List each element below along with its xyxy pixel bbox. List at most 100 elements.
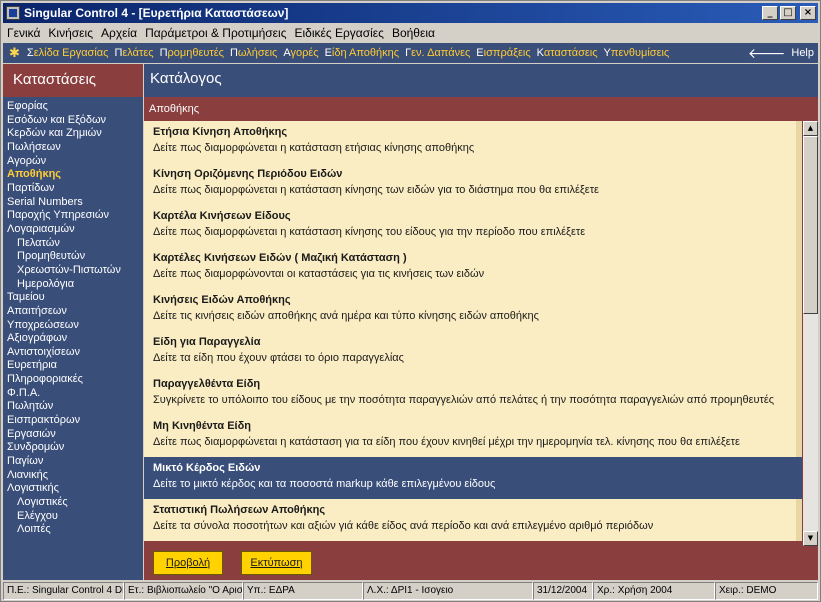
report-description: Δείτε τα σύνολα ποσοτήτων και αξιών γιά … <box>153 520 654 532</box>
menu-transactions[interactable]: Κινήσεις <box>44 26 97 40</box>
report-list-item[interactable]: Είδη για Παραγγελία Δείτε τα είδη που έχο… <box>144 331 802 373</box>
menu-general[interactable]: Γενικά <box>3 26 44 40</box>
report-list-item[interactable]: Κίνηση Οριζόμενης Περιόδου Ειδών Δείτε πω… <box>144 163 802 205</box>
sidebar-item[interactable]: Πωλητών <box>3 400 143 414</box>
status-bar: Π.Ε.: Singular Control 4 DEMO Ετ.: Βιβλι… <box>3 581 818 601</box>
sidebar-item[interactable]: Αγορών <box>3 155 143 169</box>
sidebar-item[interactable]: Λογιστικές <box>3 496 143 510</box>
sidebar-item[interactable]: Απαιτήσεων <box>3 305 143 319</box>
report-title: Ετήσια Κίνηση Αποθήκης <box>153 126 288 138</box>
sidebar-item[interactable]: Χρεωστών-Πιστωτών <box>3 264 143 278</box>
sidebar-item[interactable]: Υποχρεώσεων <box>3 319 143 333</box>
toolbar-reminders[interactable]: Υπενθυμίσεις <box>601 47 673 59</box>
toolbar-sales[interactable]: Πωλήσεις <box>227 47 280 59</box>
report-list-item[interactable]: Κινήσεις Ειδών Αποθήκης Δείτε τις κινήσει… <box>144 289 802 331</box>
report-list-item[interactable]: Καρτέλα Κινήσεων Είδους Δείτε πως διαμορφ… <box>144 205 802 247</box>
toolbar-purchases[interactable]: Αγορές <box>280 47 321 59</box>
report-title: Κινήσεις Ειδών Αποθήκης <box>153 294 291 306</box>
sidebar-item[interactable]: Παροχής Υπηρεσιών <box>3 209 143 223</box>
minimize-button[interactable]: _ <box>762 6 778 20</box>
sidebar-item[interactable]: Εισπρακτόρων <box>3 414 143 428</box>
sidebar-item[interactable]: Πελατών <box>3 237 143 251</box>
menu-special-tasks[interactable]: Ειδικές Εργασίες <box>290 26 387 40</box>
close-button[interactable]: × <box>800 6 816 20</box>
report-list-item[interactable]: Μη Κινηθέντα Είδη Δείτε πως διαμορφώνεται… <box>144 415 802 457</box>
sidebar-item[interactable]: Ημερολόγια <box>3 278 143 292</box>
status-branch: Υπ.: ΕΔΡΑ <box>243 582 363 600</box>
menu-files[interactable]: Αρχεία <box>97 26 141 40</box>
sidebar: Εφορίας Εσόδων και Εξόδων Κερδών και Ζημιώ… <box>3 97 143 580</box>
sidebar-item[interactable]: Προμηθευτών <box>3 250 143 264</box>
report-list-item[interactable]: Καρτέλες Κινήσεων Ειδών ( Μαζική Κατάστα… <box>144 247 802 289</box>
sidebar-item[interactable]: Εφορίας <box>3 100 143 114</box>
title-bar[interactable]: Singular Control 4 - [Ευρετήρια Καταστάσ… <box>3 3 818 23</box>
report-title: Μικτό Κέρδος Ειδών <box>153 462 261 474</box>
status-account: Λ.Χ.: ΔΡΙ1 - Ισογειο <box>363 582 533 600</box>
report-title: Καρτέλα Κινήσεων Είδους <box>153 210 291 222</box>
sidebar-item[interactable]: Ελέγχου <box>3 510 143 524</box>
status-fiscal-entity: Ετ.: Βιβλιοπωλείο "Ο Αριστοτέλης" <box>124 582 243 600</box>
scroll-down-button[interactable]: ▼ <box>803 531 818 546</box>
sidebar-item[interactable]: Πωλήσεων <box>3 141 143 155</box>
print-button[interactable]: Εκτύπωση <box>241 551 312 575</box>
action-bar: Προβολή Εκτύπωση <box>144 546 818 580</box>
report-list-item[interactable]: Στατιστική Πωλήσεων Αποθήκης Δείτε τα σύν… <box>144 499 802 541</box>
scroll-up-button[interactable]: ▲ <box>803 121 818 136</box>
sidebar-item[interactable]: Φ.Π.Α. <box>3 387 143 401</box>
sidebar-item[interactable]: Συνδρομών <box>3 441 143 455</box>
menu-parameters[interactable]: Παράμετροι & Προτιμήσεις <box>141 26 290 40</box>
sidebar-item[interactable]: Αποθήκης <box>3 168 143 182</box>
toolbar-workpage[interactable]: Σελίδα Εργασίας <box>24 47 112 59</box>
sidebar-item[interactable]: Ευρετήρια <box>3 359 143 373</box>
report-list: Ετήσια Κίνηση Αποθήκης Δείτε πως διαμορφώ… <box>144 121 802 546</box>
report-title: Παραγγελθέντα Είδη <box>153 378 261 390</box>
scroll-thumb[interactable] <box>803 136 818 314</box>
status-company: Π.Ε.: Singular Control 4 DEMO <box>3 582 124 600</box>
sidebar-item[interactable]: Αντιστοιχίσεων <box>3 346 143 360</box>
report-description: Δείτε τα είδη που έχουν φτάσει το όριο π… <box>153 352 404 364</box>
sidebar-item[interactable]: Serial Numbers <box>3 196 143 210</box>
report-title: Καρτέλες Κινήσεων Ειδών ( Μαζική Κατάστα… <box>153 252 407 264</box>
sidebar-item[interactable]: Λογιστικής <box>3 482 143 496</box>
app-window: Singular Control 4 - [Ευρετήρια Καταστάσ… <box>0 0 821 602</box>
sidebar-item[interactable]: Λιανικής <box>3 469 143 483</box>
report-description: Δείτε πως διαμορφώνεται η κατάσταση κίνη… <box>153 226 586 238</box>
report-title: Είδη για Παραγγελία <box>153 336 261 348</box>
report-list-item[interactable]: Μικτό Κέρδος Ειδών Δείτε το μικτό κέρδος … <box>144 457 802 499</box>
status-date: 31/12/2004 <box>533 582 593 600</box>
vertical-scrollbar[interactable]: ▲ ▼ <box>803 121 818 546</box>
menu-help[interactable]: Βοήθεια <box>388 26 439 40</box>
toolbar-receipts[interactable]: Εισπράξεις <box>473 47 533 59</box>
report-description: Δείτε πως διαμορφώνεται η κατάσταση ετήσ… <box>153 142 475 154</box>
sidebar-item[interactable]: Πληροφοριακές <box>3 373 143 387</box>
toolbar-customers[interactable]: Πελάτες <box>111 47 156 59</box>
section-title: Αποθήκης <box>144 97 818 119</box>
maximize-button[interactable]: □ <box>780 6 796 20</box>
report-list-item[interactable]: Παραγγελθέντα Είδη Συγκρίνετε το υπόλοιπο… <box>144 373 802 415</box>
toolbar-suppliers[interactable]: Προμηθευτές <box>157 47 227 59</box>
sidebar-item[interactable]: Εσόδων και Εξόδων <box>3 114 143 128</box>
status-user: Χειρ.: DEMO <box>715 582 818 600</box>
sidebar-header: Καταστάσεις <box>3 64 143 97</box>
toolbar-reports[interactable]: Καταστάσεις <box>534 47 601 59</box>
sidebar-item[interactable]: Εργασιών <box>3 428 143 442</box>
toolbar-stock-items[interactable]: Είδη Αποθήκης <box>322 47 403 59</box>
report-list-panel: Ετήσια Κίνηση Αποθήκης Δείτε πως διαμορφώ… <box>144 119 818 546</box>
toolbar-expenses[interactable]: Γεν. Δαπάνες <box>402 47 473 59</box>
sidebar-item[interactable]: Λογαριασμών <box>3 223 143 237</box>
report-description: Δείτε το μικτό κέρδος και τα ποσοστά mar… <box>153 478 496 490</box>
report-description: Δείτε πως διαμορφώνεται η κατάσταση για … <box>153 436 740 448</box>
view-button[interactable]: Προβολή <box>153 551 223 575</box>
report-description: Συγκρίνετε το υπόλοιπο του είδους με την… <box>153 394 775 406</box>
catalog-header: Κατάλογος <box>144 64 818 97</box>
help-link[interactable]: 🡐 Help <box>748 45 814 62</box>
sidebar-item[interactable]: Λοιπές <box>3 523 143 537</box>
sidebar-item[interactable]: Παγίων <box>3 455 143 469</box>
report-description: Δείτε πως διαμορφώνονται οι καταστάσεις … <box>153 268 485 280</box>
report-title: Μη Κινηθέντα Είδη <box>153 420 252 432</box>
sidebar-item[interactable]: Κερδών και Ζημιών <box>3 127 143 141</box>
sidebar-item[interactable]: Ταμείου <box>3 291 143 305</box>
report-list-item[interactable]: Ετήσια Κίνηση Αποθήκης Δείτε πως διαμορφώ… <box>144 121 802 163</box>
sidebar-item[interactable]: Αξιογράφων <box>3 332 143 346</box>
sidebar-item[interactable]: Παρτίδων <box>3 182 143 196</box>
